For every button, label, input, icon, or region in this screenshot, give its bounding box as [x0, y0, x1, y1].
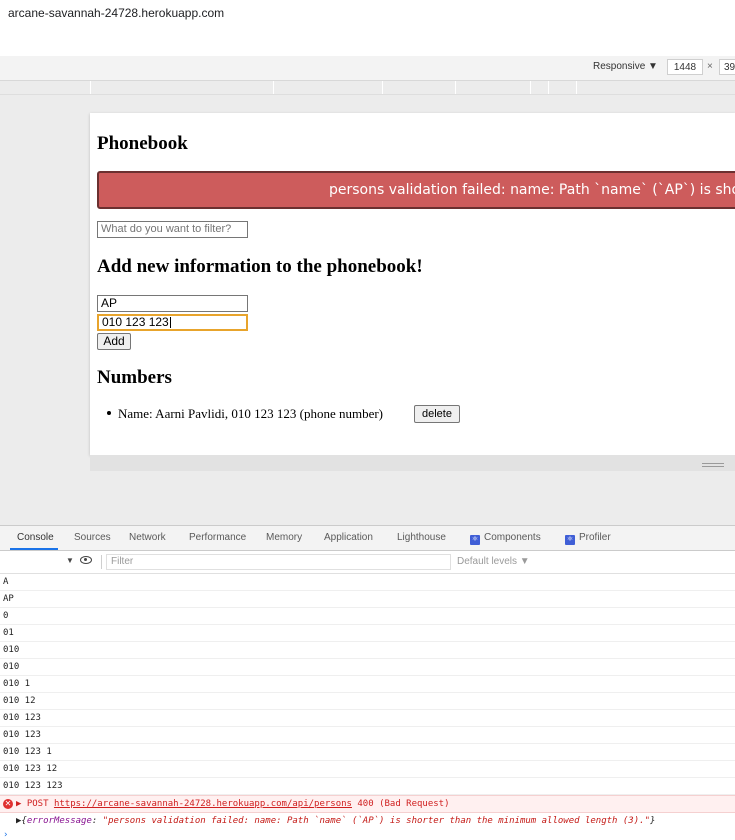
error-text: ▶ POST https://arcane-savannah-24728.her…: [16, 796, 450, 812]
devtools-panel: Console Sources Network Performance Memo…: [0, 525, 735, 840]
log-line: 010 123: [0, 710, 735, 727]
viewport-height-input[interactable]: 39: [719, 59, 735, 75]
request-url-link[interactable]: https://arcane-savannah-24728.herokuapp.…: [54, 799, 352, 809]
name-value: AP: [101, 296, 118, 310]
error-notification: persons validation failed: name: Path `n…: [97, 171, 735, 209]
log-line: 010 12: [0, 693, 735, 710]
text-caret: [169, 317, 171, 329]
log-line: 010 123 123: [0, 778, 735, 795]
media-query-segment[interactable]: [273, 81, 274, 94]
media-query-segment[interactable]: [455, 81, 456, 94]
log-line: 010 123 12: [0, 761, 735, 778]
viewport-bottom-edge: [90, 455, 735, 471]
url-text: arcane-savannah-24728.herokuapp.com: [8, 6, 225, 20]
log-levels-dropdown[interactable]: Default levels ▼: [457, 556, 530, 567]
media-query-segment[interactable]: [90, 81, 91, 94]
browser-strip: [0, 28, 735, 57]
react-icon: ⚛: [470, 535, 480, 545]
console-object-row[interactable]: ▶{errorMessage: "persons validation fail…: [0, 813, 735, 831]
media-query-segment[interactable]: [576, 81, 577, 94]
tab-network[interactable]: Network: [129, 532, 166, 543]
tab-profiler-label: Profiler: [579, 532, 611, 543]
viewport-width-input[interactable]: 1448: [667, 59, 703, 75]
media-query-segment[interactable]: [530, 81, 531, 94]
console-prompt-icon[interactable]: ›: [3, 830, 8, 840]
filter-input[interactable]: What do you want to filter?: [97, 221, 248, 238]
phonebook-page: Phonebook persons validation failed: nam…: [90, 113, 735, 455]
react-icon: ⚛: [565, 535, 575, 545]
tab-components[interactable]: ⚛ Components: [470, 532, 541, 545]
tab-performance[interactable]: Performance: [189, 532, 246, 543]
object-value: "persons validation failed: name: Path `…: [102, 816, 650, 826]
object-preview: ▶{errorMessage: "persons validation fail…: [16, 816, 656, 826]
log-line: 010 1: [0, 676, 735, 693]
active-tab-indicator: [10, 548, 58, 550]
toolbar-divider: [101, 555, 102, 569]
dimension-separator: ×: [707, 61, 713, 72]
resize-handle-icon[interactable]: [702, 463, 724, 467]
add-heading: Add new information to the phonebook!: [97, 256, 423, 277]
device-mode-select[interactable]: Responsive ▼: [593, 61, 658, 72]
expand-triangle-icon[interactable]: ▶: [16, 816, 21, 826]
name-input[interactable]: AP: [97, 295, 248, 312]
eye-icon[interactable]: [80, 556, 92, 564]
numbers-heading: Numbers: [97, 367, 172, 388]
tab-sources[interactable]: Sources: [74, 532, 111, 543]
console-error-row[interactable]: ✕ ▶ POST https://arcane-savannah-24728.h…: [0, 795, 735, 813]
tab-memory[interactable]: Memory: [266, 532, 302, 543]
devtools-tabs: Console Sources Network Performance Memo…: [0, 526, 735, 551]
console-toolbar: ▼ Filter Default levels ▼: [0, 551, 735, 574]
add-button[interactable]: Add: [97, 333, 131, 350]
context-dropdown-icon[interactable]: ▼: [66, 556, 74, 565]
media-query-segment[interactable]: [382, 81, 383, 94]
list-item: Name: Aarni Pavlidi, 010 123 123 (phone …: [107, 406, 384, 422]
media-query-segment[interactable]: [548, 81, 549, 94]
console-filter-input[interactable]: Filter: [106, 554, 451, 570]
expand-triangle-icon[interactable]: ▶: [16, 799, 21, 809]
log-line: 0: [0, 608, 735, 625]
tab-lighthouse[interactable]: Lighthouse: [397, 532, 446, 543]
log-line: AP: [0, 591, 735, 608]
bullet-icon: [107, 411, 111, 415]
device-viewport: Phonebook persons validation failed: nam…: [0, 95, 735, 525]
log-line: 01: [0, 625, 735, 642]
tab-console[interactable]: Console: [17, 532, 54, 543]
number-input[interactable]: 010 123 123: [97, 314, 248, 331]
device-toolbar: Responsive ▼ 1448 × 39: [0, 56, 735, 81]
tab-profiler[interactable]: ⚛ Profiler: [565, 532, 611, 545]
entry-text: Name: Aarni Pavlidi, 010 123 123 (phone …: [118, 406, 384, 421]
error-icon: ✕: [3, 799, 13, 809]
tab-components-label: Components: [484, 532, 541, 543]
log-line: 010: [0, 642, 735, 659]
log-line: 010: [0, 659, 735, 676]
number-value: 010 123 123: [102, 315, 169, 329]
error-message: persons validation failed: name: Path `n…: [329, 182, 735, 198]
media-query-bar[interactable]: [0, 81, 735, 95]
log-line: A: [0, 574, 735, 591]
object-key: errorMessage: [26, 816, 92, 826]
request-method: POST: [26, 799, 49, 809]
log-line: 010 123 1: [0, 744, 735, 761]
delete-button[interactable]: delete: [414, 405, 460, 423]
console-log: A AP 0 01 010 010 010 1 010 12 010 123 0…: [0, 574, 735, 795]
address-bar[interactable]: arcane-savannah-24728.herokuapp.com: [0, 0, 735, 28]
request-status: 400 (Bad Request): [357, 799, 450, 809]
tab-application[interactable]: Application: [324, 532, 373, 543]
page-title: Phonebook: [97, 133, 188, 154]
log-line: 010 123: [0, 727, 735, 744]
